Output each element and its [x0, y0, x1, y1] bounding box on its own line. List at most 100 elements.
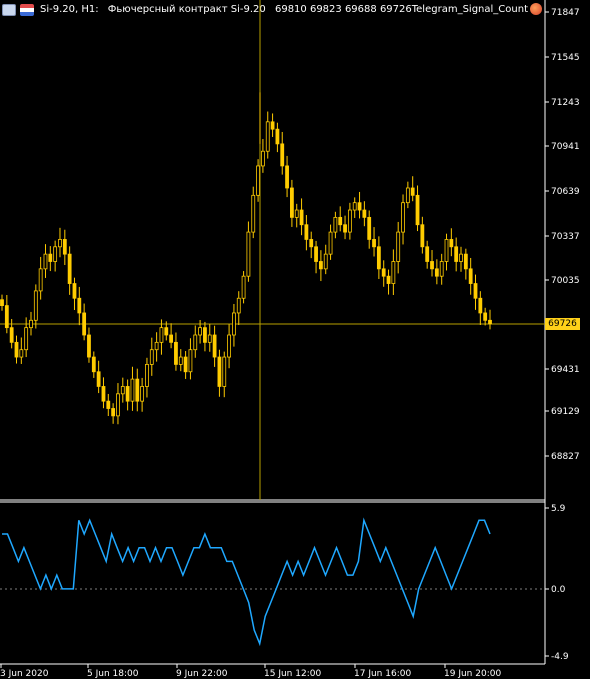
candle-body	[62, 239, 67, 255]
candle-body	[256, 165, 260, 196]
candle-body	[125, 386, 130, 402]
candle-body	[449, 239, 454, 248]
candle-body	[463, 253, 468, 270]
candle-body	[396, 231, 401, 262]
candle-body	[53, 246, 58, 262]
candle-body	[357, 202, 362, 211]
candle-body	[376, 246, 381, 270]
time-tick-label: 5 Jun 18:00	[87, 669, 139, 679]
candle-body	[9, 327, 14, 343]
candle-body	[309, 239, 314, 248]
chart-canvas[interactable]: 71847 71545 71243 70941 70639 70337 70035 69431…	[0, 0, 590, 679]
price-tick-label: 71243	[551, 98, 580, 108]
candle-body	[87, 334, 91, 358]
candle-body	[212, 334, 217, 358]
candle-body	[149, 349, 154, 365]
candle-body	[333, 216, 338, 233]
candle-body	[444, 239, 449, 262]
time-tick-label: 19 Jun 20:00	[444, 669, 501, 679]
candle-body	[0, 299, 4, 306]
candle-body	[280, 143, 285, 167]
time-tick-label: 3 Jun 2020	[0, 669, 49, 679]
candle-body	[82, 312, 87, 336]
candle-body	[299, 209, 304, 226]
price-tick-label: 68827	[551, 452, 580, 462]
candle-body	[241, 275, 246, 299]
candle-body	[488, 319, 492, 325]
time-axis-labels: 3 Jun 2020 5 Jun 18:00 9 Jun 22:00 15 Jun 1…	[0, 664, 501, 679]
candle-body	[140, 386, 145, 402]
candle-body	[183, 356, 188, 373]
candle-body	[29, 319, 33, 329]
indicator-series	[2, 517, 491, 647]
price-tick-label: 69129	[551, 407, 580, 417]
candle-body	[217, 356, 222, 387]
candle-body	[106, 400, 111, 409]
candle-body	[338, 216, 343, 226]
candle-body	[410, 187, 415, 196]
candle-body	[111, 408, 116, 417]
candle-body	[420, 224, 425, 248]
candle-body	[174, 341, 178, 365]
candle-body	[343, 224, 347, 233]
price-axis-labels: 71847 71545 71243 70941 70639 70337 70035 69431…	[545, 8, 580, 462]
price-tick-label: 70941	[551, 142, 580, 152]
candle-body	[193, 334, 198, 351]
candle-body	[386, 275, 391, 284]
candle-body	[265, 121, 270, 152]
candle-body	[323, 253, 328, 270]
candle-body	[415, 194, 420, 226]
candle-body	[381, 268, 386, 277]
candle-body	[478, 297, 483, 314]
indicator-axis-labels: 5.9 0.0 -4.9	[545, 504, 569, 662]
candle-body	[304, 224, 309, 240]
candle-body	[14, 341, 19, 358]
candle-body	[439, 261, 444, 277]
candle-body	[434, 268, 439, 277]
candle-body	[72, 283, 77, 299]
candle-body	[318, 261, 323, 270]
indicator-tick-label: 0.0	[551, 585, 566, 595]
candle-body	[232, 312, 236, 336]
indicator-tick-label: 5.9	[551, 504, 566, 514]
candle-body	[328, 231, 333, 255]
candle-body	[261, 150, 265, 167]
candle-body	[285, 165, 289, 189]
candle-body	[362, 209, 367, 218]
time-tick-label: 17 Jun 16:00	[354, 669, 411, 679]
candle-body	[101, 386, 106, 402]
candle-series	[0, 92, 492, 425]
candle-body	[236, 297, 241, 314]
time-tick-label: 9 Jun 22:00	[176, 669, 228, 679]
current-price-tag: 69726	[545, 318, 580, 330]
candle-body	[473, 283, 478, 299]
candle-body	[67, 253, 72, 284]
candle-body	[290, 187, 294, 218]
candle-body	[77, 297, 82, 314]
candle-body	[246, 231, 251, 277]
candle-body	[222, 356, 227, 387]
candle-body	[270, 121, 275, 130]
candle-body	[405, 187, 410, 204]
candle-body	[372, 239, 376, 248]
candle-body	[154, 341, 159, 351]
candle-body	[352, 202, 357, 211]
candle-body	[198, 327, 202, 336]
candle-body	[430, 261, 434, 270]
candle-body	[58, 239, 62, 248]
candle-body	[24, 327, 29, 351]
candle-body	[347, 209, 352, 233]
candle-body	[314, 246, 318, 262]
candle-body	[48, 253, 53, 262]
price-tick-label: 70639	[551, 187, 580, 197]
candle-body	[401, 202, 405, 233]
candle-body	[468, 268, 473, 284]
candle-body	[275, 128, 280, 145]
candle-body	[227, 334, 231, 358]
price-tick-label: 69431	[551, 365, 580, 375]
candle-body	[425, 246, 430, 262]
chart-window[interactable]: Si-9.20, H1: Фьючерсный контракт Si-9.20…	[0, 0, 590, 679]
candle-body	[43, 253, 48, 270]
candle-body	[145, 364, 149, 387]
candle-body	[33, 290, 38, 321]
